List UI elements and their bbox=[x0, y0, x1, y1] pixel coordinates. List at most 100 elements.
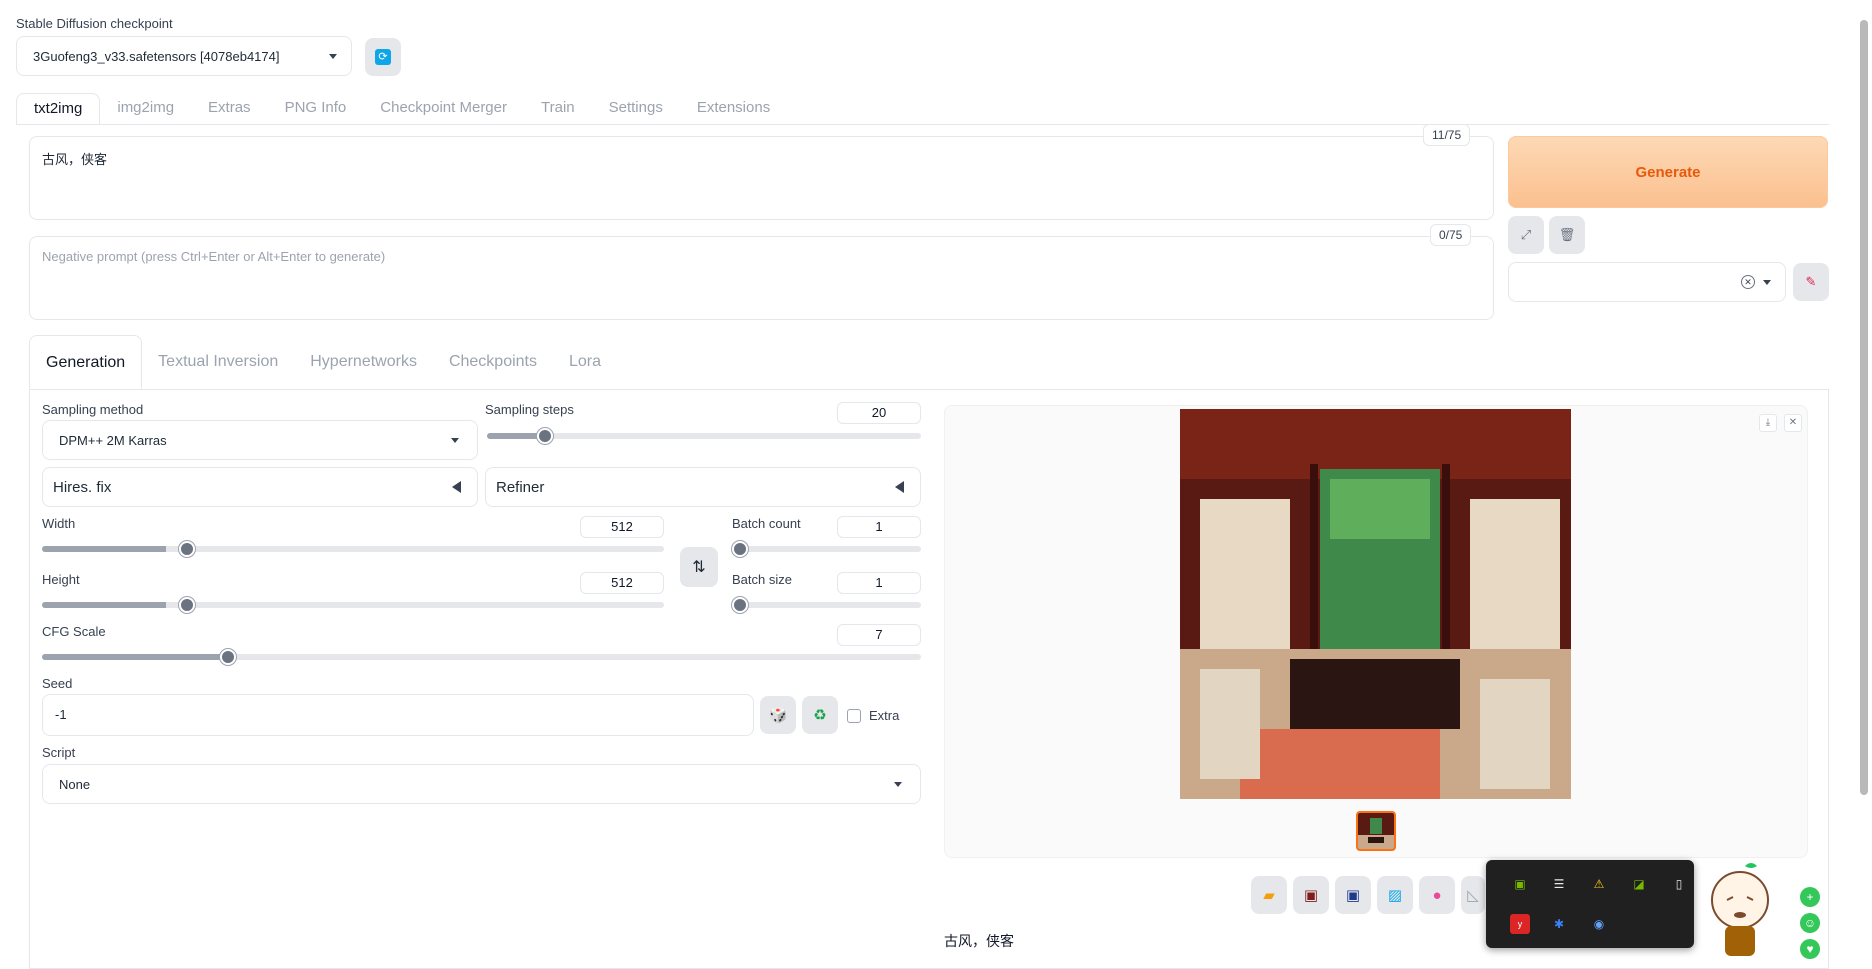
hires-fix-label: Hires. fix bbox=[53, 478, 112, 496]
width-input[interactable]: 512 bbox=[580, 516, 664, 538]
generate-button[interactable]: Generate bbox=[1508, 136, 1828, 208]
refresh-checkpoint-button[interactable]: ⟳ bbox=[365, 38, 401, 76]
styles-select[interactable]: ✕ bbox=[1508, 262, 1786, 302]
plus-circle-icon[interactable]: + bbox=[1800, 887, 1820, 907]
image-icon: ▨ bbox=[1387, 887, 1403, 904]
cfg-scale-input[interactable]: 7 bbox=[837, 624, 921, 646]
subtab-textual-inversion[interactable]: Textual Inversion bbox=[142, 335, 294, 389]
script-select[interactable]: None bbox=[42, 764, 921, 804]
tab-img2img[interactable]: img2img bbox=[100, 93, 191, 125]
edit-styles-button[interactable]: ✎ bbox=[1793, 263, 1829, 301]
hires-fix-accordion[interactable]: Hires. fix bbox=[42, 467, 478, 507]
width-slider-track[interactable] bbox=[42, 546, 664, 552]
reuse-seed-button[interactable]: ♻ bbox=[802, 696, 838, 734]
prompt-text: 古风，侠客 bbox=[42, 152, 108, 167]
refiner-accordion[interactable]: Refiner bbox=[485, 467, 921, 507]
batch-size-input[interactable]: 1 bbox=[837, 572, 921, 594]
arrow-diagonal-icon: ⤢ bbox=[1520, 227, 1532, 242]
tab-png-info[interactable]: PNG Info bbox=[268, 93, 364, 125]
checkpoint-value: 3Guofeng3_v33.safetensors [4078eb4174] bbox=[33, 48, 280, 64]
checkpoint-label: Stable Diffusion checkpoint bbox=[16, 16, 173, 31]
extra-seed-checkbox[interactable] bbox=[847, 709, 861, 723]
smile-icon[interactable]: ☺ bbox=[1800, 913, 1820, 933]
batch-size-label: Batch size bbox=[732, 572, 792, 587]
chevron-down-icon bbox=[1763, 279, 1771, 285]
negative-prompt-input[interactable]: Negative prompt (press Ctrl+Enter or Alt… bbox=[29, 236, 1494, 320]
nvidia-icon[interactable]: ▣ bbox=[1510, 874, 1530, 894]
mascot-image bbox=[1705, 860, 1775, 958]
subtab-generation[interactable]: Generation bbox=[29, 335, 143, 389]
nvidia-share-icon[interactable]: ◪ bbox=[1629, 874, 1649, 894]
checkpoint-select[interactable]: 3Guofeng3_v33.safetensors [4078eb4174] bbox=[16, 36, 352, 76]
tab-train[interactable]: Train bbox=[524, 93, 592, 125]
gift-icon[interactable]: ♥ bbox=[1800, 939, 1820, 959]
batch-count-input[interactable]: 1 bbox=[837, 516, 921, 538]
sampling-steps-input[interactable]: 20 bbox=[837, 402, 921, 424]
sampling-method-select[interactable]: DPM++ 2M Karras bbox=[42, 420, 478, 460]
script-label: Script bbox=[42, 745, 76, 760]
palette-icon: ● bbox=[1432, 886, 1442, 904]
ruler-icon: ◺ bbox=[1467, 887, 1479, 904]
prompt-input[interactable]: 古风，侠客 bbox=[29, 136, 1494, 220]
sampling-method-value: DPM++ 2M Karras bbox=[59, 432, 167, 448]
tab-txt2img[interactable]: txt2img bbox=[16, 93, 101, 125]
usb-icon[interactable]: ▯ bbox=[1669, 874, 1689, 894]
globe-icon[interactable]: ◉ bbox=[1589, 914, 1609, 934]
dice-icon: 🎲 bbox=[768, 707, 788, 724]
cfg-scale-slider-handle[interactable] bbox=[220, 649, 236, 665]
batch-count-slider-track[interactable] bbox=[732, 546, 921, 552]
output-caption: 古风，侠客 bbox=[944, 933, 1014, 949]
width-label: Width bbox=[42, 516, 76, 531]
app-icon[interactable]: y bbox=[1510, 914, 1530, 934]
batch-size-slider-track[interactable] bbox=[732, 602, 921, 608]
zip-button[interactable]: ▣ bbox=[1335, 876, 1371, 914]
subtab-lora[interactable]: Lora bbox=[553, 335, 617, 389]
paste-params-button[interactable]: ⤢ bbox=[1508, 216, 1544, 254]
network-icon[interactable]: ☰ bbox=[1549, 874, 1569, 894]
tab-extras[interactable]: Extras bbox=[191, 93, 268, 125]
subtab-hypernetworks[interactable]: Hypernetworks bbox=[294, 335, 433, 389]
clear-icon[interactable]: ✕ bbox=[1741, 275, 1755, 289]
batch-count-label: Batch count bbox=[732, 516, 801, 531]
batch-size-slider-handle[interactable] bbox=[732, 597, 748, 613]
recycle-icon: ♻ bbox=[813, 707, 827, 724]
save-button[interactable]: ▣ bbox=[1293, 876, 1329, 914]
download-icon[interactable]: ⤓ bbox=[1759, 414, 1777, 432]
page-scrollbar[interactable] bbox=[1860, 20, 1868, 795]
height-slider-track[interactable] bbox=[42, 602, 664, 608]
open-folder-button[interactable]: ▰ bbox=[1251, 876, 1287, 914]
swap-arrows-icon: ⇅ bbox=[692, 559, 706, 576]
tab-extensions[interactable]: Extensions bbox=[680, 93, 787, 125]
pencil-icon: ✎ bbox=[1805, 274, 1817, 289]
sampling-method-label: Sampling method bbox=[42, 402, 144, 417]
batch-count-slider-handle[interactable] bbox=[732, 541, 748, 557]
width-slider-handle[interactable] bbox=[179, 541, 195, 557]
height-label: Height bbox=[42, 572, 80, 587]
send-to-inpaint-button[interactable]: ● bbox=[1419, 876, 1455, 914]
chevron-down-icon bbox=[451, 437, 459, 443]
gallery-thumbnail[interactable] bbox=[1356, 811, 1396, 851]
security-warning-icon[interactable]: ⚠ bbox=[1589, 874, 1609, 894]
trash-icon: 🗑 bbox=[1558, 227, 1576, 242]
subtab-checkpoints[interactable]: Checkpoints bbox=[433, 335, 553, 389]
negative-prompt-placeholder: Negative prompt (press Ctrl+Enter or Alt… bbox=[42, 249, 386, 264]
height-input[interactable]: 512 bbox=[580, 572, 664, 594]
bluetooth-icon[interactable]: ✱ bbox=[1549, 914, 1569, 934]
tab-checkpoint-merger[interactable]: Checkpoint Merger bbox=[363, 93, 524, 125]
random-seed-button[interactable]: 🎲 bbox=[760, 696, 796, 734]
chevron-down-icon bbox=[329, 53, 337, 59]
tabs-divider bbox=[16, 124, 1829, 125]
extra-seed-label: Extra bbox=[869, 708, 900, 723]
send-to-img2img-button[interactable]: ▨ bbox=[1377, 876, 1413, 914]
sampling-steps-slider-handle[interactable] bbox=[537, 428, 553, 444]
system-tray-popup: ▣ ☰ ⚠ ◪ ▯ y ✱ ◉ bbox=[1486, 860, 1694, 948]
send-to-extras-button[interactable]: ◺ bbox=[1461, 876, 1485, 914]
close-icon[interactable]: ✕ bbox=[1784, 414, 1802, 432]
swap-dimensions-button[interactable]: ⇅ bbox=[680, 547, 718, 587]
clear-prompt-button[interactable]: 🗑 bbox=[1549, 216, 1585, 254]
seed-input[interactable]: -1 bbox=[42, 694, 754, 736]
cfg-scale-slider-track[interactable] bbox=[42, 654, 921, 660]
tab-settings[interactable]: Settings bbox=[592, 93, 680, 125]
generated-image[interactable] bbox=[1180, 409, 1571, 799]
height-slider-handle[interactable] bbox=[179, 597, 195, 613]
